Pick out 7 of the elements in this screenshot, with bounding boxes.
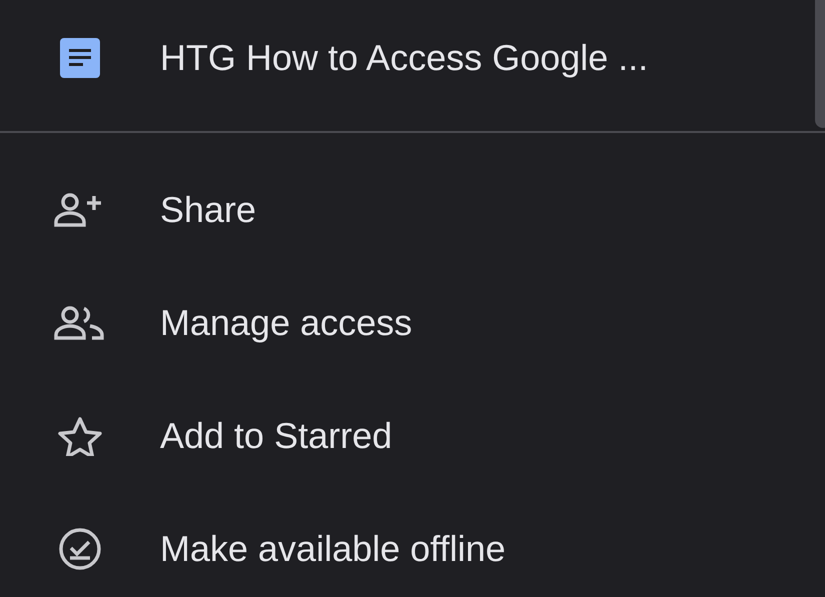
people-icon [54,304,106,340]
document-title: HTG How to Access Google ... [160,36,648,78]
document-icon [60,38,100,78]
menu-item[interactable]: Add to Starred [0,379,825,492]
menu-item[interactable]: Manage access [0,266,825,379]
menu-item[interactable]: Share [0,153,825,266]
menu-item[interactable]: Make available offline [0,492,825,597]
